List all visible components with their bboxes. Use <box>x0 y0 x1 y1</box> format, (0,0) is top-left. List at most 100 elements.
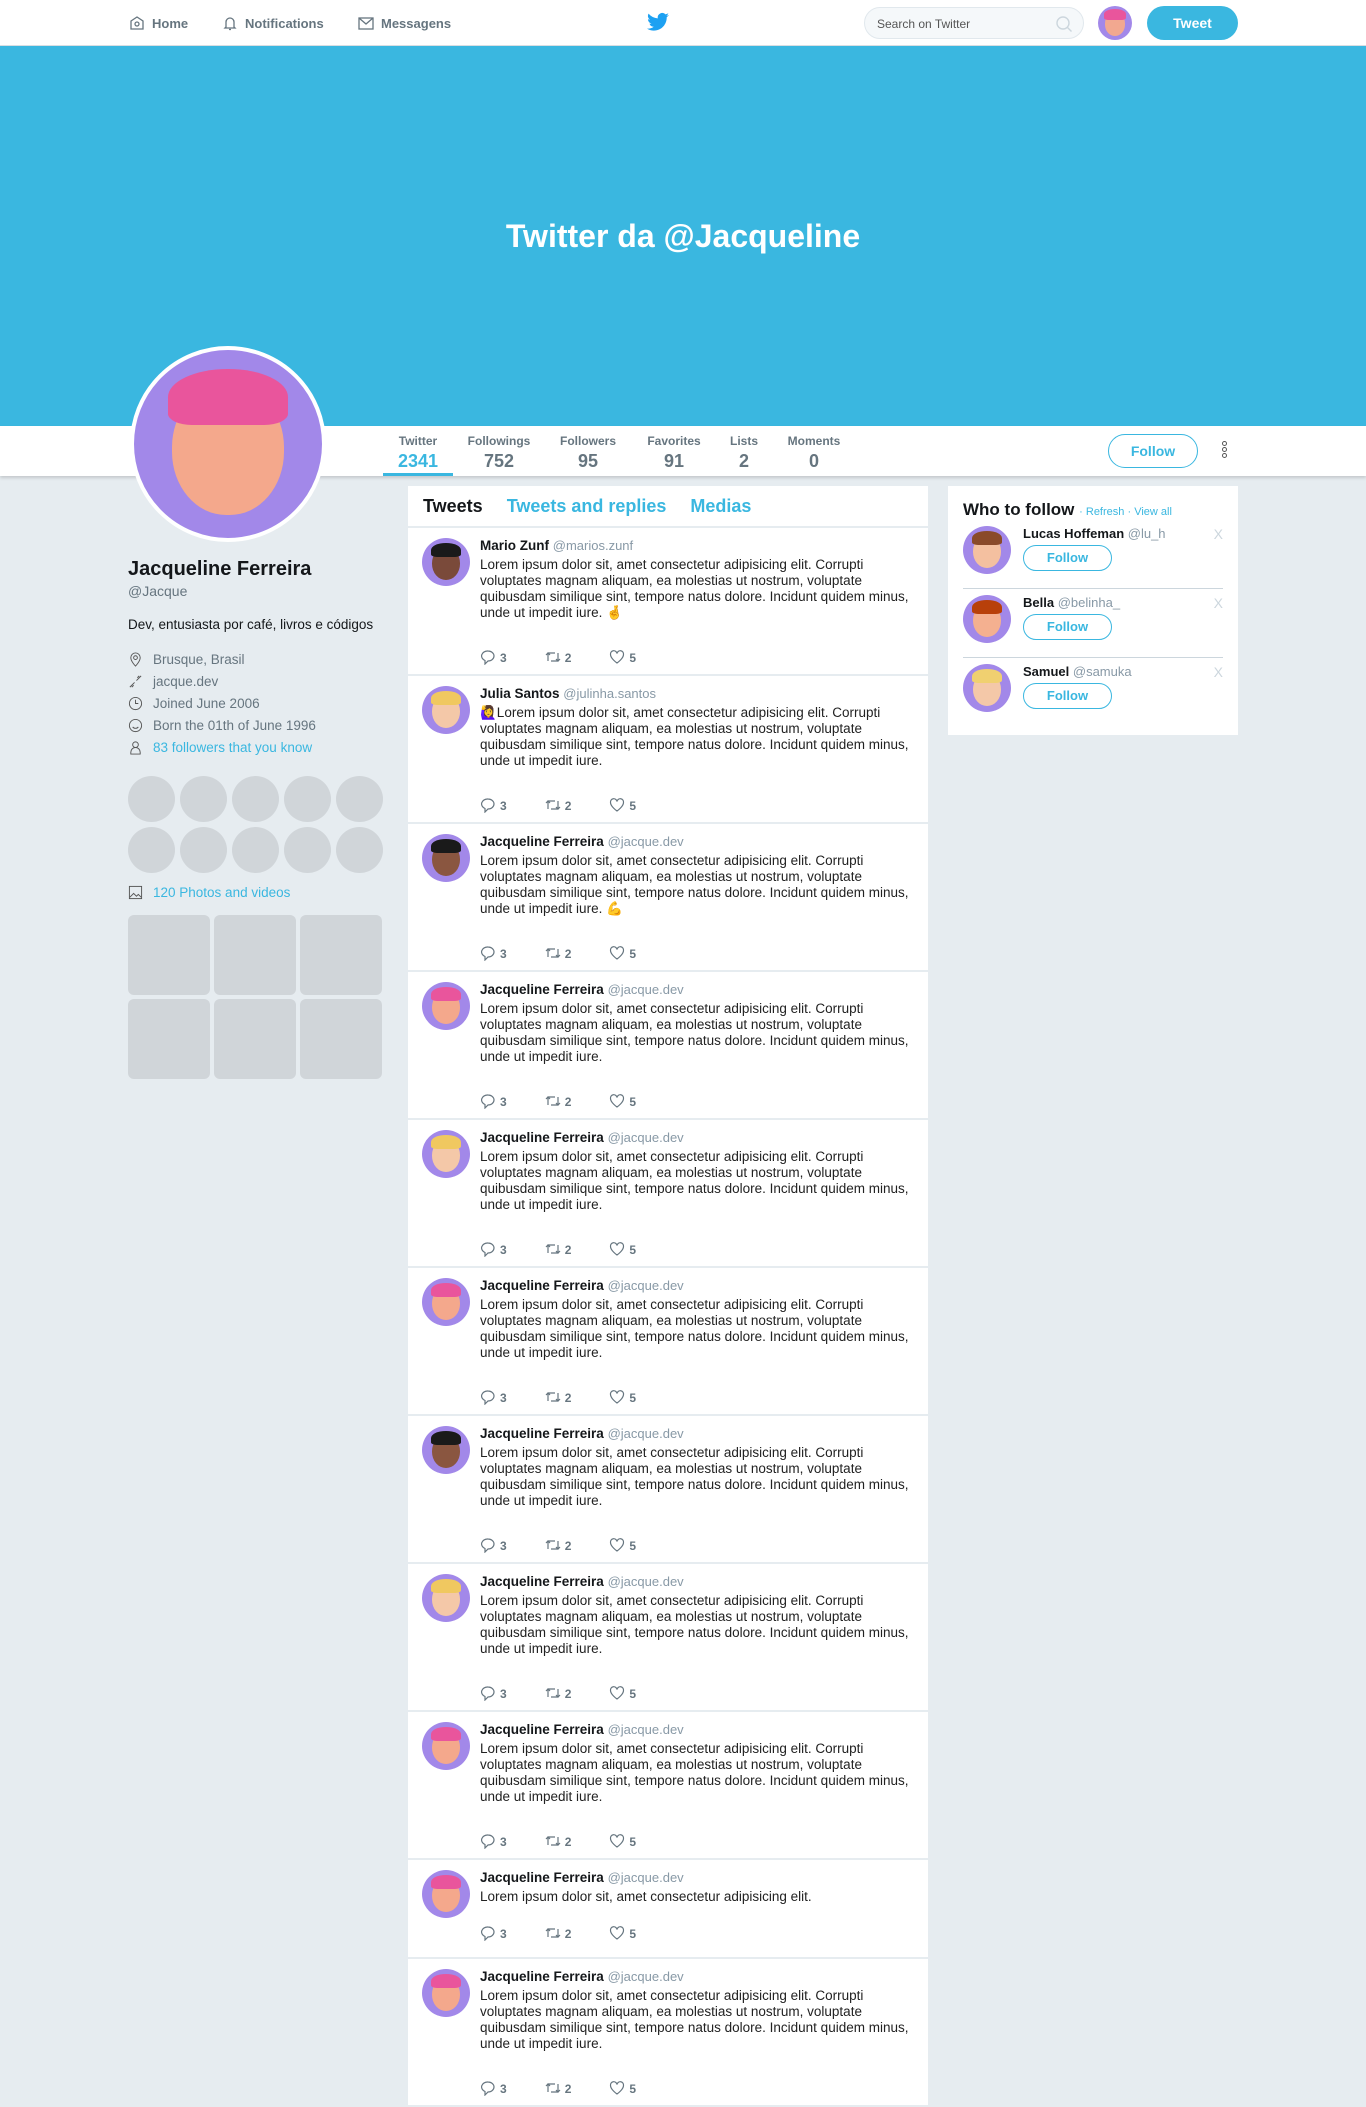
like-action[interactable]: 5 <box>609 797 636 813</box>
media-thumb[interactable] <box>214 999 296 1079</box>
photos-link-text[interactable]: 120 Photos and videos <box>153 885 290 900</box>
suggestion-follow-button[interactable]: Follow <box>1023 683 1112 709</box>
tweet-author[interactable]: Jacqueline Ferreira <box>480 1278 604 1293</box>
like-action[interactable]: 5 <box>609 649 636 665</box>
tweet-author[interactable]: Jacqueline Ferreira <box>480 982 604 997</box>
tweet-handle[interactable]: @julinha.santos <box>563 686 656 701</box>
heart-icon[interactable] <box>609 649 625 665</box>
follower-thumb[interactable] <box>336 776 383 822</box>
heart-icon[interactable] <box>609 1093 625 1109</box>
like-action[interactable]: 5 <box>609 945 636 961</box>
tweet-author[interactable]: Mario Zunf <box>480 538 549 553</box>
retweet-icon[interactable] <box>545 945 561 961</box>
stat-tweets[interactable]: Twitter 2341 <box>383 434 453 476</box>
tweet-author[interactable]: Julia Santos <box>480 686 560 701</box>
like-action[interactable]: 5 <box>609 1833 636 1849</box>
reply-icon[interactable] <box>480 1833 496 1849</box>
tweet-handle[interactable]: @jacque.dev <box>608 1278 684 1293</box>
reply-action[interactable]: 3 <box>480 1093 507 1109</box>
reply-action[interactable]: 3 <box>480 1389 507 1405</box>
tweet-avatar[interactable] <box>422 1574 470 1622</box>
tweet-handle[interactable]: @jacque.dev <box>608 834 684 849</box>
reply-action[interactable]: 3 <box>480 1241 507 1257</box>
heart-icon[interactable] <box>609 1241 625 1257</box>
retweet-action[interactable]: 2 <box>545 1389 571 1405</box>
tweet-handle[interactable]: @jacque.dev <box>608 1130 684 1145</box>
stat-lists[interactable]: Lists 2 <box>714 434 774 476</box>
view-all-link[interactable]: View all <box>1134 506 1172 518</box>
dismiss-icon[interactable]: X <box>1214 595 1223 611</box>
follower-thumb[interactable] <box>336 827 383 873</box>
reply-icon[interactable] <box>480 1685 496 1701</box>
retweet-action[interactable]: 2 <box>545 1925 571 1941</box>
reply-action[interactable]: 3 <box>480 797 507 813</box>
tweet-avatar[interactable] <box>422 686 470 734</box>
more-options-icon[interactable] <box>1222 441 1230 459</box>
media-thumb[interactable] <box>300 915 382 995</box>
like-action[interactable]: 5 <box>609 1093 636 1109</box>
tweet-avatar[interactable] <box>422 1870 470 1918</box>
heart-icon[interactable] <box>609 797 625 813</box>
tweet-handle[interactable]: @jacque.dev <box>608 1722 684 1737</box>
tab-tweets-and-replies[interactable]: Tweets and replies <box>507 496 667 516</box>
website-text[interactable]: jacque.dev <box>153 674 218 689</box>
nav-home[interactable]: Home <box>128 14 188 32</box>
reply-action[interactable]: 3 <box>480 649 507 665</box>
retweet-action[interactable]: 2 <box>545 1537 571 1553</box>
tweet-avatar[interactable] <box>422 834 470 882</box>
stat-favorites[interactable]: Favorites 91 <box>639 434 709 476</box>
retweet-icon[interactable] <box>545 1537 561 1553</box>
follower-thumb[interactable] <box>232 776 279 822</box>
dismiss-icon[interactable]: X <box>1214 526 1223 542</box>
follower-thumb[interactable] <box>180 827 227 873</box>
reply-icon[interactable] <box>480 945 496 961</box>
tweet-author[interactable]: Jacqueline Ferreira <box>480 1722 604 1737</box>
like-action[interactable]: 5 <box>609 1685 636 1701</box>
tweet[interactable]: Jacqueline Ferreira @jacque.dev Lorem ip… <box>408 1712 928 1860</box>
follow-button[interactable]: Follow <box>1108 434 1198 468</box>
tweet-handle[interactable]: @jacque.dev <box>608 1574 684 1589</box>
tweet[interactable]: Jacqueline Ferreira @jacque.dev Lorem ip… <box>408 1268 928 1416</box>
heart-icon[interactable] <box>609 1685 625 1701</box>
heart-icon[interactable] <box>609 1833 625 1849</box>
tweet-avatar[interactable] <box>422 1722 470 1770</box>
refresh-link[interactable]: Refresh <box>1086 506 1125 518</box>
tweet-button[interactable]: Tweet <box>1147 6 1238 40</box>
stat-followers[interactable]: Followers 95 <box>553 434 623 476</box>
tweet-handle[interactable]: @jacque.dev <box>608 982 684 997</box>
tweet[interactable]: Jacqueline Ferreira @jacque.dev Lorem ip… <box>408 1564 928 1712</box>
heart-icon[interactable] <box>609 1925 625 1941</box>
reply-icon[interactable] <box>480 649 496 665</box>
like-action[interactable]: 5 <box>609 1925 636 1941</box>
retweet-action[interactable]: 2 <box>545 649 571 665</box>
retweet-action[interactable]: 2 <box>545 1241 571 1257</box>
reply-icon[interactable] <box>480 1925 496 1941</box>
like-action[interactable]: 5 <box>609 1537 636 1553</box>
tweet-author[interactable]: Jacqueline Ferreira <box>480 1130 604 1145</box>
suggestion-name[interactable]: Bella <box>1023 595 1054 610</box>
tweet-handle[interactable]: @jacque.dev <box>608 1969 684 1984</box>
retweet-icon[interactable] <box>545 1925 561 1941</box>
heart-icon[interactable] <box>609 1537 625 1553</box>
tweet-author[interactable]: Jacqueline Ferreira <box>480 834 604 849</box>
tweet-avatar[interactable] <box>422 538 470 586</box>
retweet-icon[interactable] <box>545 1685 561 1701</box>
media-thumb[interactable] <box>300 999 382 1079</box>
reply-action[interactable]: 3 <box>480 945 507 961</box>
reply-action[interactable]: 3 <box>480 1925 507 1941</box>
nav-notifications[interactable]: Notifications <box>221 14 324 32</box>
suggestion-name[interactable]: Samuel <box>1023 664 1069 679</box>
tab-tweets[interactable]: Tweets <box>423 496 483 516</box>
like-action[interactable]: 5 <box>609 2080 636 2096</box>
reply-icon[interactable] <box>480 2080 496 2096</box>
stat-followings[interactable]: Followings 752 <box>464 434 534 476</box>
suggestion-name[interactable]: Lucas Hoffeman <box>1023 526 1124 541</box>
suggestion-avatar[interactable] <box>963 664 1011 712</box>
profile-website[interactable]: jacque.dev <box>128 670 388 692</box>
reply-icon[interactable] <box>480 1537 496 1553</box>
retweet-action[interactable]: 2 <box>545 2080 571 2096</box>
suggestion-avatar[interactable] <box>963 595 1011 643</box>
tweet-author[interactable]: Jacqueline Ferreira <box>480 1870 604 1885</box>
tweet-handle[interactable]: @jacque.dev <box>608 1426 684 1441</box>
photos-videos-link[interactable]: 120 Photos and videos <box>128 881 388 903</box>
